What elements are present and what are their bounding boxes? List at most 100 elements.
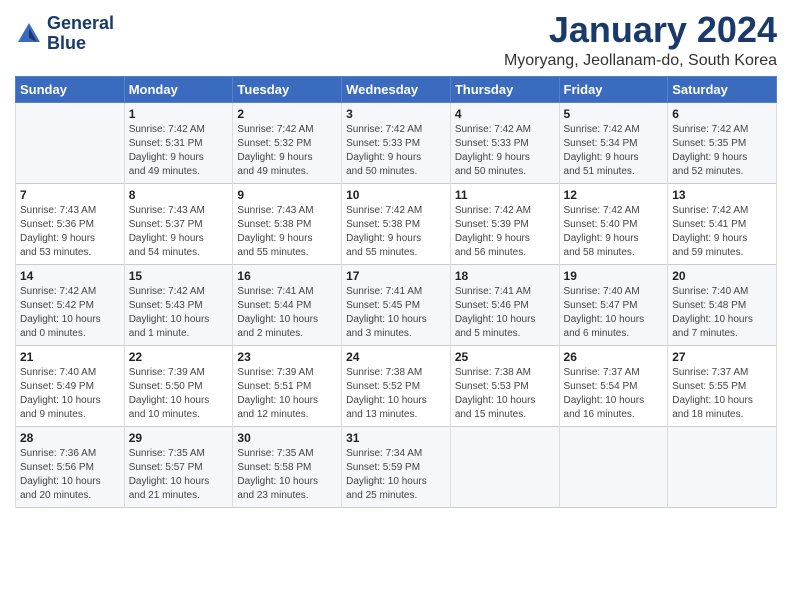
day-number: 30 [237,431,337,445]
day-number: 4 [455,107,555,121]
day-number: 28 [20,431,120,445]
calendar-cell: 4Sunrise: 7:42 AM Sunset: 5:33 PM Daylig… [450,102,559,183]
weekday-header-cell: Tuesday [233,76,342,102]
day-number: 10 [346,188,446,202]
day-number: 9 [237,188,337,202]
calendar-cell: 13 Sunrise: 7:42 AM Sunset: 5:41 PM Dayli… [668,183,777,264]
day-number: 29 [129,431,229,445]
calendar-cell: 9 Sunrise: 7:43 AM Sunset: 5:38 PM Daylig… [233,183,342,264]
subtitle: Myoryang, Jeollanam-do, South Korea [504,52,777,70]
day-info: Sunrise: 7:42 AM Sunset: 5:34 PM Dayligh… [564,123,664,179]
calendar-cell: 5 Sunrise: 7:42 AM Sunset: 5:34 PM Daylig… [559,102,668,183]
day-number: 13 [672,188,772,202]
calendar-row: 21 Sunrise: 7:40 AM Sunset: 5:49 PM Dayli… [16,345,777,426]
day-info: Sunrise: 7:39 AM Sunset: 5:51 PM Dayligh… [237,366,337,422]
day-info: Sunrise: 7:41 AM Sunset: 5:45 PM Dayligh… [346,285,446,341]
day-info: Sunrise: 7:36 AM Sunset: 5:56 PM Dayligh… [20,447,120,503]
calendar-cell: 16 Sunrise: 7:41 AM Sunset: 5:44 PM Dayli… [233,264,342,345]
title-block: January 2024 Myoryang, Jeollanam-do, Sou… [504,10,777,70]
day-info: Sunrise: 7:42 AM Sunset: 5:31 PM Dayligh… [129,123,229,179]
day-info: Sunrise: 7:42 AM Sunset: 5:35 PM Dayligh… [672,123,772,179]
day-number: 5 [564,107,664,121]
calendar-cell: 28 Sunrise: 7:36 AM Sunset: 5:56 PM Dayli… [16,426,125,507]
calendar-cell [668,426,777,507]
day-info: Sunrise: 7:42 AM Sunset: 5:41 PM Dayligh… [672,204,772,260]
day-number: 16 [237,269,337,283]
calendar-table: SundayMondayTuesdayWednesdayThursdayFrid… [15,76,777,508]
calendar-cell: 1 Sunrise: 7:42 AM Sunset: 5:31 PM Daylig… [124,102,233,183]
calendar-cell: 17 Sunrise: 7:41 AM Sunset: 5:45 PM Dayli… [342,264,451,345]
day-info: Sunrise: 7:40 AM Sunset: 5:49 PM Dayligh… [20,366,120,422]
weekday-header-cell: Saturday [668,76,777,102]
weekday-header-cell: Friday [559,76,668,102]
calendar-cell: 21 Sunrise: 7:40 AM Sunset: 5:49 PM Dayli… [16,345,125,426]
calendar-cell: 3 Sunrise: 7:42 AM Sunset: 5:33 PM Daylig… [342,102,451,183]
logo-text: General Blue [47,14,114,54]
day-number: 23 [237,350,337,364]
day-number: 20 [672,269,772,283]
calendar-cell: 23 Sunrise: 7:39 AM Sunset: 5:51 PM Dayli… [233,345,342,426]
calendar-cell: 15 Sunrise: 7:42 AM Sunset: 5:43 PM Dayli… [124,264,233,345]
day-number: 1 [129,107,229,121]
day-number: 27 [672,350,772,364]
day-info: Sunrise: 7:37 AM Sunset: 5:55 PM Dayligh… [672,366,772,422]
main-title: January 2024 [504,10,777,50]
calendar-cell: 7Sunrise: 7:43 AM Sunset: 5:36 PM Daylig… [16,183,125,264]
calendar-cell: 18 Sunrise: 7:41 AM Sunset: 5:46 PM Dayli… [450,264,559,345]
day-number: 14 [20,269,120,283]
day-info: Sunrise: 7:43 AM Sunset: 5:38 PM Dayligh… [237,204,337,260]
day-info: Sunrise: 7:42 AM Sunset: 5:33 PM Dayligh… [346,123,446,179]
calendar-cell: 27 Sunrise: 7:37 AM Sunset: 5:55 PM Dayli… [668,345,777,426]
day-number: 15 [129,269,229,283]
calendar-cell: 8 Sunrise: 7:43 AM Sunset: 5:37 PM Daylig… [124,183,233,264]
calendar-row: 1 Sunrise: 7:42 AM Sunset: 5:31 PM Daylig… [16,102,777,183]
day-number: 3 [346,107,446,121]
day-info: Sunrise: 7:42 AM Sunset: 5:39 PM Dayligh… [455,204,555,260]
calendar-cell [559,426,668,507]
day-info: Sunrise: 7:38 AM Sunset: 5:53 PM Dayligh… [455,366,555,422]
page-header: General Blue January 2024 Myoryang, Jeol… [15,10,777,70]
day-number: 24 [346,350,446,364]
day-number: 12 [564,188,664,202]
calendar-cell: 26Sunrise: 7:37 AM Sunset: 5:54 PM Dayli… [559,345,668,426]
day-info: Sunrise: 7:39 AM Sunset: 5:50 PM Dayligh… [129,366,229,422]
weekday-header-cell: Thursday [450,76,559,102]
logo: General Blue [15,14,114,54]
day-info: Sunrise: 7:40 AM Sunset: 5:48 PM Dayligh… [672,285,772,341]
weekday-header-cell: Sunday [16,76,125,102]
day-info: Sunrise: 7:34 AM Sunset: 5:59 PM Dayligh… [346,447,446,503]
calendar-cell [16,102,125,183]
day-info: Sunrise: 7:43 AM Sunset: 5:37 PM Dayligh… [129,204,229,260]
day-number: 22 [129,350,229,364]
day-number: 7 [20,188,120,202]
day-info: Sunrise: 7:42 AM Sunset: 5:43 PM Dayligh… [129,285,229,341]
day-info: Sunrise: 7:42 AM Sunset: 5:32 PM Dayligh… [237,123,337,179]
calendar-cell [450,426,559,507]
calendar-cell: 24 Sunrise: 7:38 AM Sunset: 5:52 PM Dayli… [342,345,451,426]
day-info: Sunrise: 7:42 AM Sunset: 5:40 PM Dayligh… [564,204,664,260]
calendar-cell: 31Sunrise: 7:34 AM Sunset: 5:59 PM Dayli… [342,426,451,507]
day-info: Sunrise: 7:41 AM Sunset: 5:44 PM Dayligh… [237,285,337,341]
day-number: 19 [564,269,664,283]
day-number: 26 [564,350,664,364]
day-number: 25 [455,350,555,364]
day-number: 11 [455,188,555,202]
calendar-row: 14Sunrise: 7:42 AM Sunset: 5:42 PM Dayli… [16,264,777,345]
day-info: Sunrise: 7:41 AM Sunset: 5:46 PM Dayligh… [455,285,555,341]
calendar-cell: 29Sunrise: 7:35 AM Sunset: 5:57 PM Dayli… [124,426,233,507]
day-number: 17 [346,269,446,283]
calendar-cell: 12 Sunrise: 7:42 AM Sunset: 5:40 PM Dayli… [559,183,668,264]
calendar-cell: 6 Sunrise: 7:42 AM Sunset: 5:35 PM Daylig… [668,102,777,183]
day-number: 6 [672,107,772,121]
calendar-row: 28 Sunrise: 7:36 AM Sunset: 5:56 PM Dayli… [16,426,777,507]
calendar-cell: 11 Sunrise: 7:42 AM Sunset: 5:39 PM Dayli… [450,183,559,264]
day-number: 21 [20,350,120,364]
day-info: Sunrise: 7:38 AM Sunset: 5:52 PM Dayligh… [346,366,446,422]
calendar-cell: 10Sunrise: 7:42 AM Sunset: 5:38 PM Dayli… [342,183,451,264]
weekday-header-row: SundayMondayTuesdayWednesdayThursdayFrid… [16,76,777,102]
day-number: 2 [237,107,337,121]
day-info: Sunrise: 7:40 AM Sunset: 5:47 PM Dayligh… [564,285,664,341]
logo-icon [15,20,43,48]
day-number: 8 [129,188,229,202]
day-number: 18 [455,269,555,283]
